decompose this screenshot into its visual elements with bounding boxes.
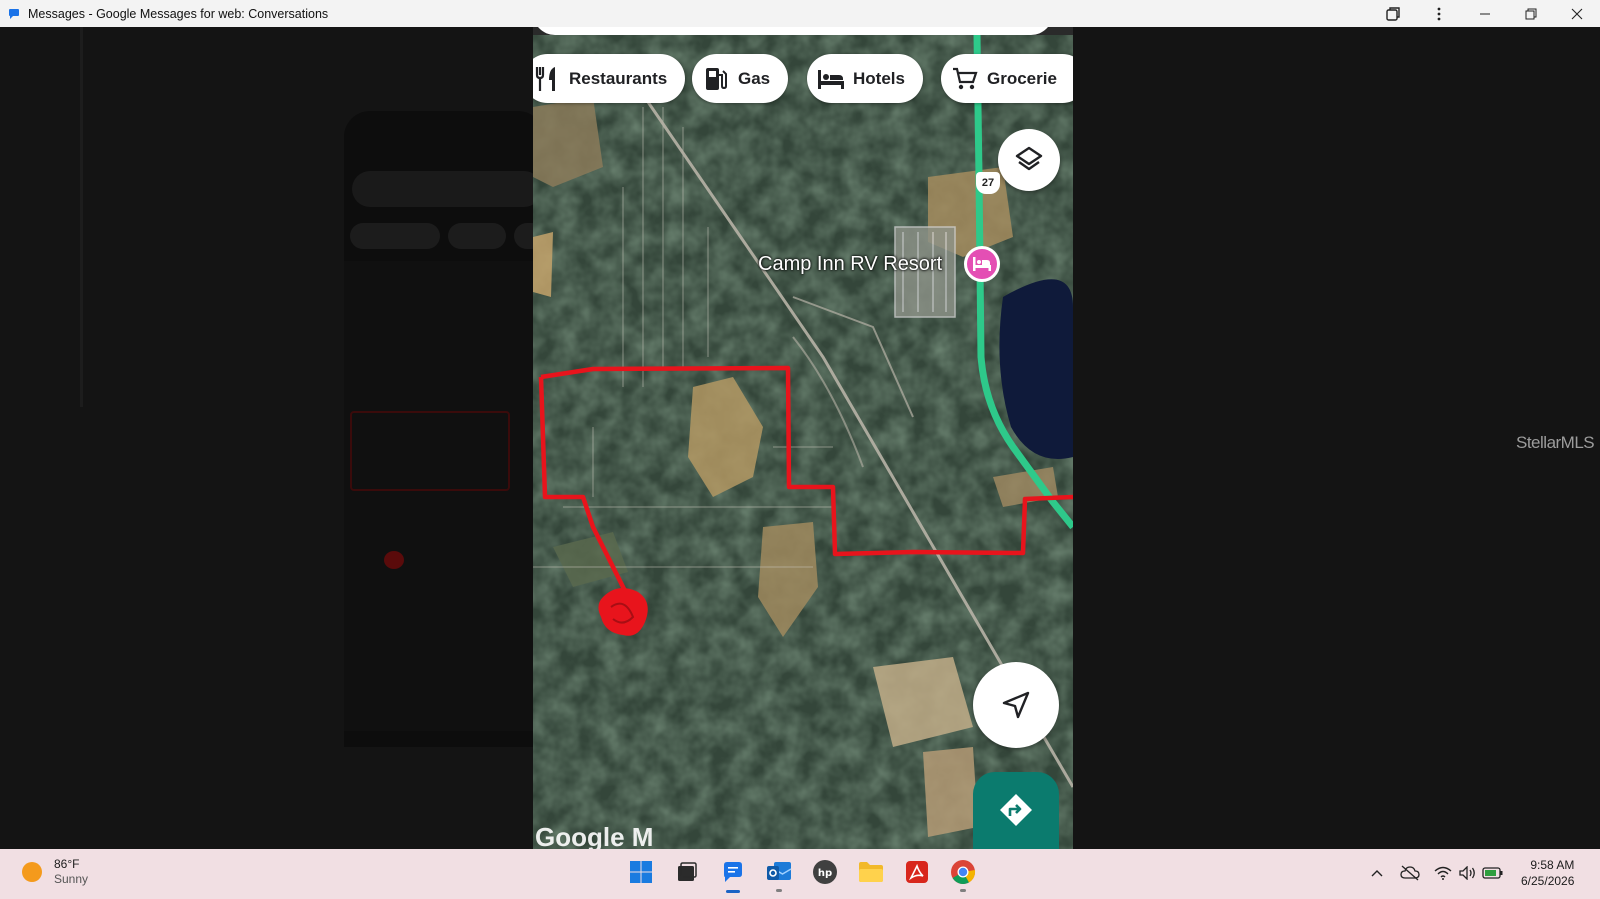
title-bar: Messages - Google Messages for web: Conv… [0,0,1600,27]
messages-app-icon [9,8,19,19]
chip-hotels[interactable]: Hotels [807,54,923,103]
place-label[interactable]: Camp Inn RV Resort [758,253,942,276]
outlook-icon[interactable] [764,857,794,892]
taskbar: 86°F Sunny hp 9:58 AM 6/25/2026 [0,849,1600,899]
cloud-off-icon[interactable] [1399,862,1421,884]
clock[interactable]: 9:58 AM 6/25/2026 [1521,857,1574,889]
battery-icon[interactable] [1482,862,1504,884]
chrome-icon[interactable] [948,857,978,892]
gas-pump-icon [702,65,730,93]
messages-icon[interactable] [718,857,748,893]
ghost-map [344,261,544,731]
svg-text:hp: hp [818,868,832,879]
weather-widget[interactable]: 86°F Sunny [22,857,88,887]
chevron-up-icon[interactable] [1366,862,1388,884]
sun-icon [22,862,42,882]
extensions-icon[interactable] [1370,0,1416,27]
ghost-marker [384,551,404,569]
ghost-search-bar [352,171,542,207]
cart-icon [951,65,979,93]
chip-label: Grocerie [987,68,1057,88]
chip-gas[interactable]: Gas [692,54,789,103]
my-location-button[interactable] [973,662,1059,748]
status-bar-edge [533,27,1073,35]
directions-icon [1000,794,1032,826]
directions-button[interactable] [973,772,1059,849]
windows-start-icon[interactable] [626,857,656,887]
ghost-chip [448,223,506,249]
chip-restaurants[interactable]: Restaurants [533,54,686,103]
speaker-icon[interactable] [1457,862,1479,884]
background-phone-image [344,111,544,747]
layers-icon [1015,146,1043,171]
file-explorer-icon[interactable] [856,857,886,887]
clock-time: 9:58 AM [1530,858,1575,872]
open-indicator [776,889,782,892]
layers-button[interactable] [998,129,1060,191]
clock-date: 6/25/2026 [1521,874,1575,888]
restaurant-icon [533,65,561,93]
route-shield: 27 [976,172,1000,194]
wifi-icon[interactable] [1432,862,1454,884]
bed-icon [817,65,845,93]
google-maps-watermark: Google M [535,822,654,849]
acrobat-icon[interactable] [902,857,932,887]
weather-temperature: 86°F [54,857,80,871]
chip-groceries[interactable]: Grocerie [941,54,1073,103]
ghost-boundary [350,411,510,491]
weather-condition: Sunny [54,872,89,886]
task-view-icon[interactable] [672,857,702,887]
sidebar-divider [80,27,83,407]
chip-label: Gas [738,68,771,88]
open-indicator [960,889,966,892]
restore-icon[interactable] [1508,0,1554,27]
taskbar-apps: hp [626,857,994,893]
navigation-arrow-icon [1002,691,1030,719]
chip-label: Restaurants [569,68,668,88]
stellarmls-watermark: StellarMLS [1516,433,1595,452]
hotel-pin-icon[interactable] [964,246,1000,282]
ghost-chip [350,223,440,249]
hp-icon[interactable]: hp [810,857,840,887]
window-title: Messages - Google Messages for web: Conv… [28,6,329,21]
system-tray [1366,862,1507,884]
map-screenshot[interactable]: Restaurants Gas Hotels Grocerie 27 Camp … [533,27,1073,849]
active-indicator [726,890,740,893]
close-icon[interactable] [1554,0,1600,27]
chip-label: Hotels [853,68,905,88]
minimize-icon[interactable] [1462,0,1508,27]
more-icon[interactable] [1416,0,1462,27]
